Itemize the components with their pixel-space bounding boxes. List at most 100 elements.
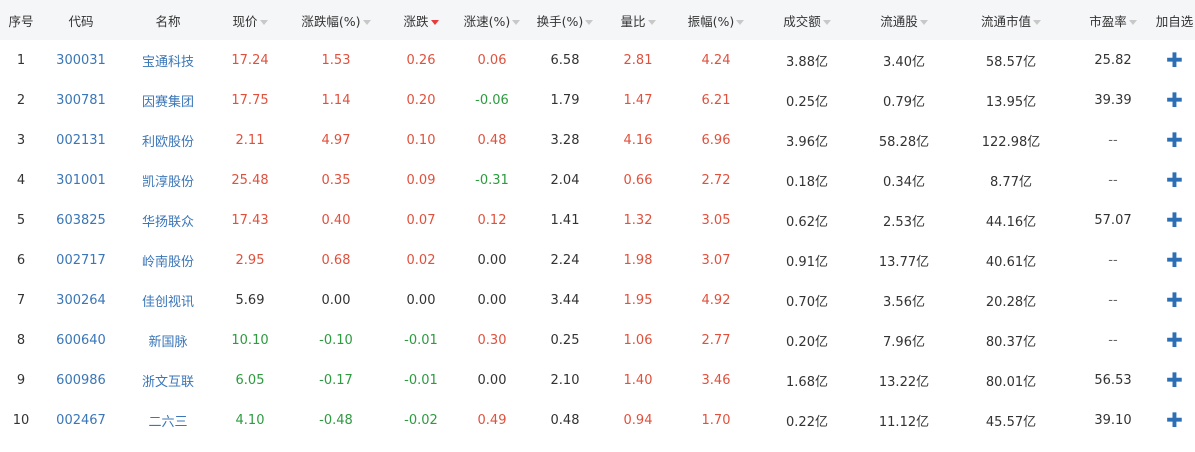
col-turnover-header-label: 换手(%) bbox=[536, 13, 584, 29]
stock-name-link-value[interactable]: 凯淳股份 bbox=[142, 175, 194, 190]
stock-code-link-value[interactable]: 600986 bbox=[56, 373, 106, 388]
col-volume-ratio-header[interactable]: 量比 bbox=[600, 0, 676, 40]
stock-code-link-value[interactable]: 002717 bbox=[56, 253, 106, 268]
add-watchlist-cell[interactable]: ✚ bbox=[1154, 240, 1195, 280]
stock-code-link-value[interactable]: 002131 bbox=[56, 133, 106, 148]
plus-icon[interactable]: ✚ bbox=[1166, 410, 1183, 430]
add-watchlist-cell[interactable]: ✚ bbox=[1154, 400, 1195, 440]
col-amplitude-header[interactable]: 振幅(%) bbox=[676, 0, 756, 40]
stock-name-link-value[interactable]: 岭南股份 bbox=[142, 255, 194, 270]
sort-icon[interactable] bbox=[1033, 19, 1041, 25]
sort-desc-icon[interactable] bbox=[430, 19, 439, 25]
stock-code-link-value[interactable]: 002467 bbox=[56, 413, 106, 428]
sort-icon[interactable] bbox=[512, 19, 521, 25]
table-row[interactable]: 9 600986 浙文互联 6.05 -0.17 -0.01 0.00 2.10 1.40 3.4… bbox=[0, 360, 1195, 400]
stock-name-link-value[interactable]: 二六三 bbox=[148, 415, 187, 430]
stock-name-link[interactable]: 浙文互联 bbox=[120, 360, 216, 400]
stock-name-link[interactable]: 宝通科技 bbox=[120, 40, 216, 80]
add-watchlist-cell[interactable]: ✚ bbox=[1154, 120, 1195, 160]
sort-icon[interactable] bbox=[736, 19, 745, 25]
turnover-cell-value: 2.10 bbox=[550, 372, 580, 388]
stock-name-link-value[interactable]: 佳创视讯 bbox=[142, 295, 194, 310]
stock-code-link-value[interactable]: 301001 bbox=[56, 173, 106, 188]
stock-code-link-value[interactable]: 600640 bbox=[56, 333, 106, 348]
table-row[interactable]: 2 300781 因赛集团 17.75 1.14 0.20 -0.06 1.79 1.47 6.2… bbox=[0, 80, 1195, 120]
amount-cell-value: 1.68亿 bbox=[786, 374, 828, 390]
stock-name-link[interactable]: 华扬联众 bbox=[120, 200, 216, 240]
stock-code-link-value[interactable]: 300031 bbox=[56, 53, 106, 68]
stock-code-link[interactable]: 600986 bbox=[42, 360, 120, 400]
stock-name-link[interactable]: 岭南股份 bbox=[120, 240, 216, 280]
stock-name-link[interactable]: 佳创视讯 bbox=[120, 280, 216, 320]
col-pe-header[interactable]: 市盈率 bbox=[1072, 0, 1154, 40]
sort-icon[interactable] bbox=[362, 19, 371, 25]
plus-icon[interactable]: ✚ bbox=[1166, 330, 1183, 350]
stock-name-link[interactable]: 利欧股份 bbox=[120, 120, 216, 160]
stock-code-link-value[interactable]: 300781 bbox=[56, 93, 106, 108]
stock-code-link-value[interactable]: 603825 bbox=[56, 213, 106, 228]
stock-name-link-value[interactable]: 浙文互联 bbox=[142, 375, 194, 390]
stock-code-link[interactable]: 300264 bbox=[42, 280, 120, 320]
sort-icon[interactable] bbox=[1128, 19, 1137, 25]
col-amount-header[interactable]: 成交额 bbox=[756, 0, 858, 40]
stock-code-link-value[interactable]: 300264 bbox=[56, 293, 106, 308]
stock-code-link[interactable]: 603825 bbox=[42, 200, 120, 240]
sort-icon[interactable] bbox=[822, 19, 831, 25]
turnover-cell: 1.79 bbox=[530, 80, 600, 120]
stock-name-link[interactable]: 新国脉 bbox=[120, 320, 216, 360]
plus-icon[interactable]: ✚ bbox=[1166, 170, 1183, 190]
stock-code-link[interactable]: 002467 bbox=[42, 400, 120, 440]
table-row[interactable]: 8 600640 新国脉 10.10 -0.10 -0.01 0.30 0.25 1.06 2.7… bbox=[0, 320, 1195, 360]
price-cell-value: 10.10 bbox=[231, 332, 269, 348]
speed-cell: -0.06 bbox=[454, 80, 530, 120]
table-row[interactable]: 5 603825 华扬联众 17.43 0.40 0.07 0.12 1.41 1.32 3.05… bbox=[0, 200, 1195, 240]
stock-name-link[interactable]: 凯淳股份 bbox=[120, 160, 216, 200]
plus-icon[interactable]: ✚ bbox=[1166, 290, 1183, 310]
col-change-pct-header[interactable]: 涨跌幅(%) bbox=[284, 0, 388, 40]
col-price-header[interactable]: 现价 bbox=[216, 0, 284, 40]
stock-code-link[interactable]: 002717 bbox=[42, 240, 120, 280]
add-watchlist-cell[interactable]: ✚ bbox=[1154, 80, 1195, 120]
col-float-shares-header[interactable]: 流通股 bbox=[858, 0, 950, 40]
add-watchlist-cell[interactable]: ✚ bbox=[1154, 200, 1195, 240]
stock-name-link-value[interactable]: 新国脉 bbox=[148, 335, 187, 350]
stock-name-link-value[interactable]: 华扬联众 bbox=[142, 215, 194, 230]
col-speed-header[interactable]: 涨速(%) bbox=[454, 0, 530, 40]
plus-icon[interactable]: ✚ bbox=[1166, 210, 1183, 230]
sort-icon[interactable] bbox=[259, 19, 268, 25]
add-watchlist-cell[interactable]: ✚ bbox=[1154, 160, 1195, 200]
plus-icon[interactable]: ✚ bbox=[1166, 370, 1183, 390]
stock-code-link[interactable]: 301001 bbox=[42, 160, 120, 200]
stock-code-link[interactable]: 300781 bbox=[42, 80, 120, 120]
row-index-value: 1 bbox=[16, 52, 26, 68]
plus-icon[interactable]: ✚ bbox=[1166, 50, 1183, 70]
add-watchlist-cell[interactable]: ✚ bbox=[1154, 280, 1195, 320]
stock-name-link[interactable]: 二六三 bbox=[120, 400, 216, 440]
stock-code-link[interactable]: 002131 bbox=[42, 120, 120, 160]
table-row[interactable]: 6 002717 岭南股份 2.95 0.68 0.02 0.00 2.24 1.98 3.07 0… bbox=[0, 240, 1195, 280]
table-row[interactable]: 10 002467 二六三 4.10 -0.48 -0.02 0.49 0.48 0.94 1.7… bbox=[0, 400, 1195, 440]
stock-name-link-value[interactable]: 因赛集团 bbox=[142, 95, 194, 110]
add-watchlist-cell[interactable]: ✚ bbox=[1154, 360, 1195, 400]
sort-icon[interactable] bbox=[919, 19, 928, 25]
stock-name-link-value[interactable]: 利欧股份 bbox=[142, 135, 194, 150]
table-row[interactable]: 3 002131 利欧股份 2.11 4.97 0.10 0.48 3.28 4.16 6.96 3… bbox=[0, 120, 1195, 160]
col-change-header[interactable]: 涨跌 bbox=[388, 0, 454, 40]
table-row[interactable]: 1 300031 宝通科技 17.24 1.53 0.26 0.06 6.58 2.81 4.24… bbox=[0, 40, 1195, 80]
float-shares-cell: 13.77亿 bbox=[858, 240, 950, 280]
sort-icon[interactable] bbox=[647, 19, 656, 25]
stock-name-link[interactable]: 因赛集团 bbox=[120, 80, 216, 120]
plus-icon[interactable]: ✚ bbox=[1166, 250, 1183, 270]
col-turnover-header[interactable]: 换手(%) bbox=[530, 0, 600, 40]
stock-code-link[interactable]: 300031 bbox=[42, 40, 120, 80]
stock-code-link[interactable]: 600640 bbox=[42, 320, 120, 360]
plus-icon[interactable]: ✚ bbox=[1166, 130, 1183, 150]
add-watchlist-cell[interactable]: ✚ bbox=[1154, 40, 1195, 80]
sort-icon[interactable] bbox=[585, 19, 594, 25]
stock-name-link-value[interactable]: 宝通科技 bbox=[142, 55, 194, 70]
table-row[interactable]: 4 301001 凯淳股份 25.48 0.35 0.09 -0.31 2.04 0.66 2.7… bbox=[0, 160, 1195, 200]
col-float-cap-header[interactable]: 流通市值 bbox=[950, 0, 1072, 40]
plus-icon[interactable]: ✚ bbox=[1166, 90, 1183, 110]
table-row[interactable]: 7 300264 佳创视讯 5.69 0.00 0.00 0.00 3.44 1.95 4.92 0… bbox=[0, 280, 1195, 320]
add-watchlist-cell[interactable]: ✚ bbox=[1154, 320, 1195, 360]
